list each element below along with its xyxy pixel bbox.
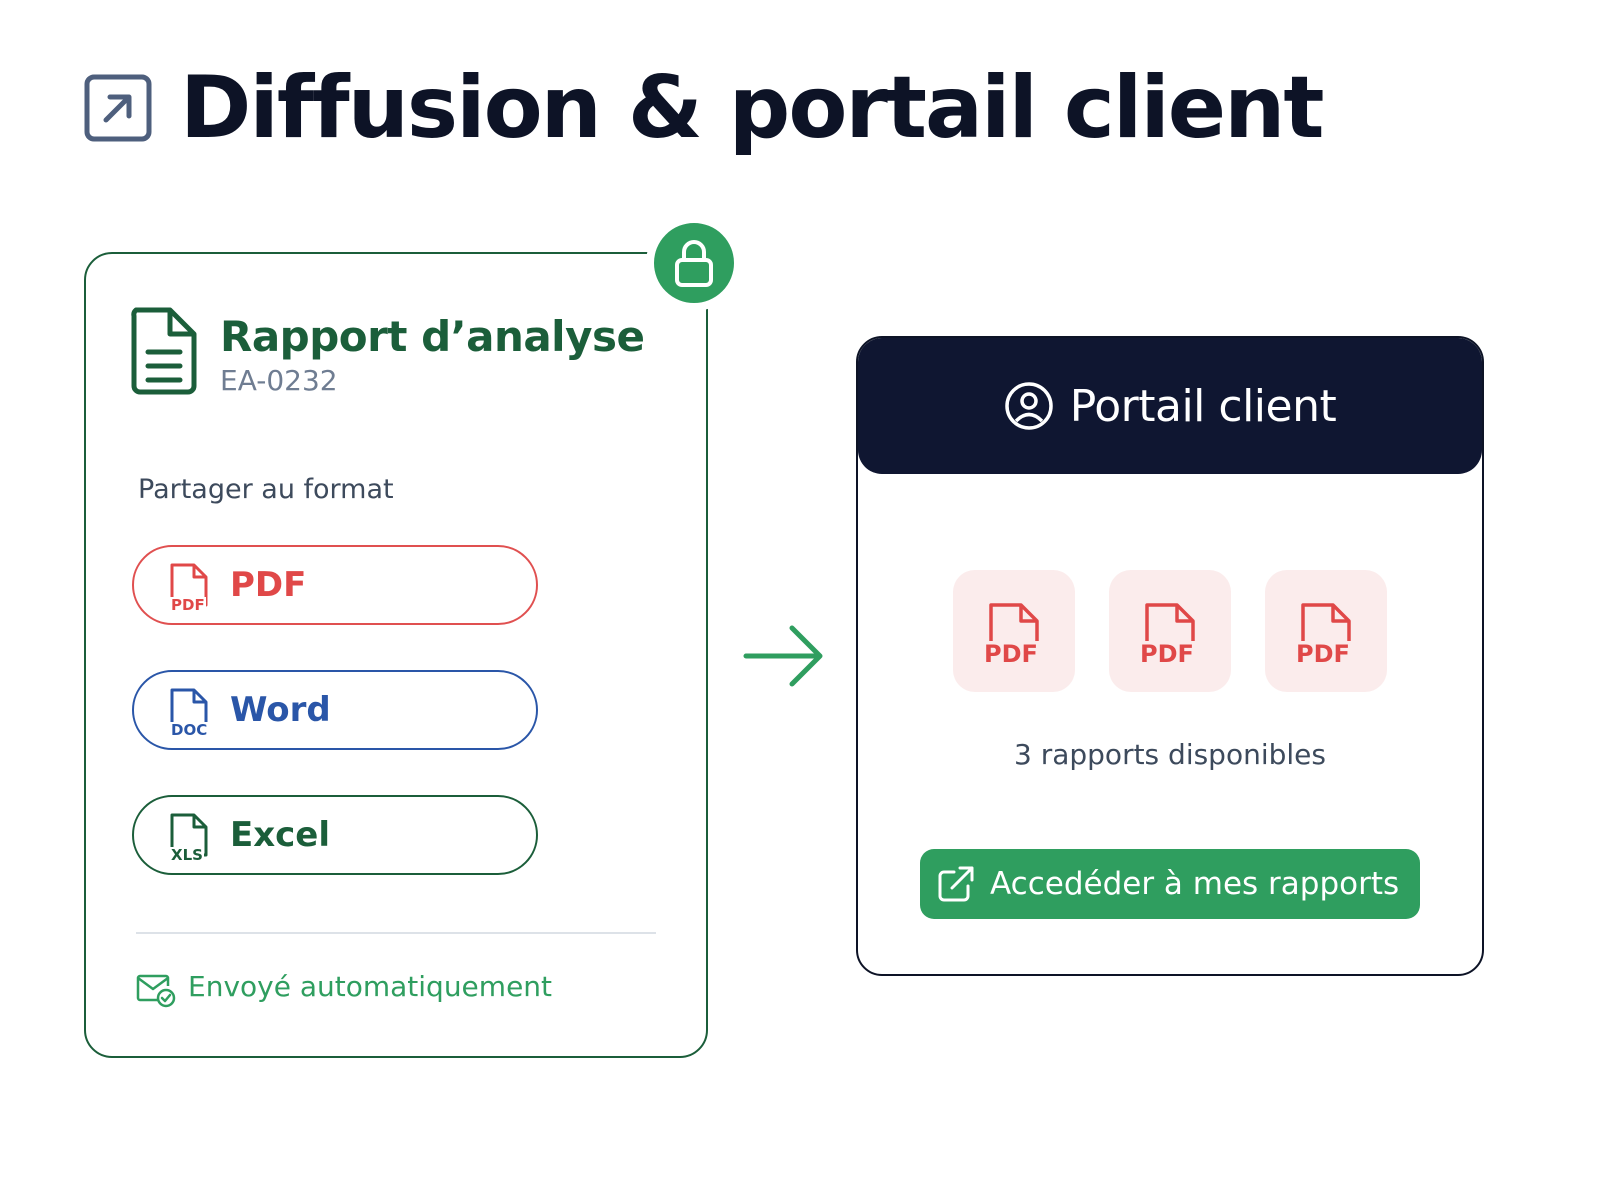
- portal-header: Portail client: [858, 338, 1482, 474]
- access-reports-label: Accedéder à mes rapports: [990, 866, 1400, 902]
- pdf-file-icon: PDF: [1139, 601, 1197, 667]
- reports-count: 3 rapports disponibles: [1014, 738, 1326, 771]
- share-pdf-button[interactable]: PDF PDF: [132, 545, 538, 625]
- report-id: EA-0232: [220, 364, 338, 397]
- lock-icon: [675, 240, 713, 287]
- share-word-button[interactable]: DOC Word: [132, 670, 538, 750]
- auto-sent-status: Envoyé automatiquement: [188, 970, 553, 1003]
- report-title: Rapport d’analyse: [220, 312, 645, 361]
- external-link-icon: [938, 866, 974, 902]
- pdf-report-tile[interactable]: PDF: [1265, 570, 1387, 692]
- pdf-file-icon: PDF: [1295, 601, 1353, 667]
- mail-check-icon: [136, 974, 176, 1008]
- external-arrow-icon: [84, 74, 152, 142]
- pdf-report-tile[interactable]: PDF: [1109, 570, 1231, 692]
- page-title: Diffusion & portail client: [180, 58, 1324, 158]
- excel-label: Excel: [230, 815, 331, 855]
- doc-file-icon: DOC: [168, 686, 210, 738]
- pdf-file-icon: PDF: [168, 561, 210, 613]
- portal-title: Portail client: [1069, 380, 1337, 432]
- share-format-label: Partager au format: [138, 474, 394, 505]
- user-circle-icon: [1005, 382, 1053, 430]
- divider: [136, 932, 656, 934]
- xls-file-icon: XLS: [168, 811, 210, 863]
- arrow-right-icon: [743, 625, 823, 687]
- document-icon: [131, 307, 197, 395]
- pdf-file-icon: PDF: [983, 601, 1041, 667]
- word-label: Word: [230, 690, 331, 730]
- pdf-label: PDF: [230, 565, 307, 605]
- pdf-report-tile[interactable]: PDF: [953, 570, 1075, 692]
- share-excel-button[interactable]: XLS Excel: [132, 795, 538, 875]
- lock-badge: [646, 215, 742, 311]
- access-reports-button[interactable]: Accedéder à mes rapports: [920, 849, 1420, 919]
